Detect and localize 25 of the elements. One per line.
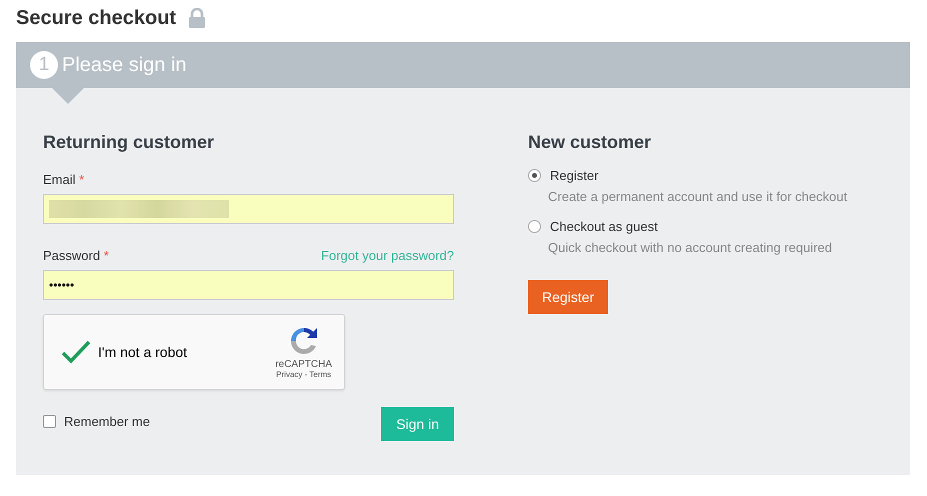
forgot-password-link[interactable]: Forgot your password? <box>321 248 454 262</box>
option-label: Register <box>550 168 598 183</box>
section-heading: New customer <box>528 132 652 153</box>
check-icon[interactable] <box>61 340 91 364</box>
field-label: Password * <box>43 248 109 262</box>
field-label: Email * <box>43 172 84 186</box>
page-title: Secure checkout <box>16 6 176 30</box>
captcha-label: I'm not a robot <box>98 344 188 360</box>
register-button[interactable]: Register <box>528 280 608 314</box>
option-description: Quick checkout with no account creating required <box>548 240 832 255</box>
captcha-brand: reCAPTCHA <box>275 359 332 370</box>
captcha-links[interactable]: Privacy - Terms <box>276 370 332 379</box>
step-number: 1 <box>30 51 58 79</box>
radio-button[interactable] <box>528 220 541 233</box>
sign-in-button[interactable]: Sign in <box>381 407 454 441</box>
step-title: Please sign in <box>62 54 187 76</box>
password-field[interactable]: •••••• <box>43 270 454 300</box>
radio-button[interactable] <box>528 169 541 182</box>
section-heading: Returning customer <box>43 132 216 153</box>
checkbox-label: Remember me <box>64 414 150 428</box>
lock-icon <box>188 8 206 28</box>
option-description: Create a permanent account and use it for checkout <box>548 189 848 204</box>
checkbox[interactable] <box>43 414 56 428</box>
email-field[interactable] <box>43 194 454 224</box>
option-label: Checkout as guest <box>550 219 658 234</box>
